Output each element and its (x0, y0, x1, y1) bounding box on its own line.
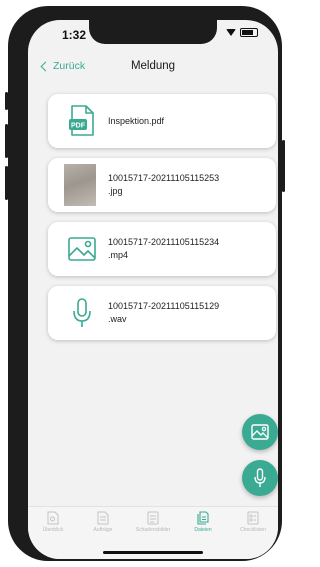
tab-label: Checklisten (240, 527, 266, 533)
file-card-pdf[interactable]: PDF Inspektion.pdf (48, 94, 276, 148)
overview-icon (47, 511, 59, 525)
tab-orders[interactable]: Aufträge (78, 511, 128, 533)
pdf-file-icon: PDF (64, 103, 100, 139)
microphone-icon (254, 468, 266, 487)
status-icons (226, 28, 258, 37)
orders-icon (97, 511, 109, 525)
wifi-icon (226, 29, 236, 36)
home-indicator (103, 551, 203, 554)
tab-overview[interactable]: Überblick (28, 511, 78, 533)
notch (89, 20, 217, 44)
record-audio-button[interactable] (242, 460, 278, 496)
tab-label: Überblick (42, 527, 64, 533)
file-name: 10015717-20211105115129 .wav (108, 301, 220, 324)
status-time: 1:32 (62, 28, 87, 42)
file-name: 10015717-20211105115234 .mp4 (108, 237, 220, 260)
image-thumbnail (64, 164, 96, 206)
volume-down-button (5, 166, 8, 200)
microphone-icon (64, 295, 100, 331)
file-card-wav[interactable]: 10015717-20211105115129 .wav (48, 286, 276, 340)
add-image-icon (251, 424, 269, 440)
mute-switch (5, 92, 8, 110)
tab-checklists[interactable]: Checklisten (228, 511, 278, 533)
battery-icon (240, 28, 258, 37)
svg-text:PDF: PDF (71, 123, 86, 130)
app-screen: 1:32 Zurück Meldung PDF Inspektion.pdf 1… (28, 20, 278, 559)
checklist-icon (247, 511, 259, 525)
tab-files[interactable]: Dateien (178, 511, 228, 533)
image-file-icon (64, 231, 100, 267)
volume-up-button (5, 124, 8, 158)
add-image-button[interactable] (242, 414, 278, 450)
tab-label: Dateien (194, 527, 212, 533)
file-name: Inspektion.pdf (108, 116, 165, 126)
file-card-mp4[interactable]: 10015717-20211105115234 .mp4 (48, 222, 276, 276)
page-title: Meldung (130, 60, 176, 72)
damage-images-icon (147, 511, 159, 525)
file-name: 10015717-20211105115253 .jpg (108, 173, 220, 196)
tab-damage-images[interactable]: Schadensbilder (128, 511, 178, 533)
file-card-jpg[interactable]: 10015717-20211105115253 .jpg (48, 158, 276, 212)
tab-label: Aufträge (93, 527, 113, 533)
power-button (282, 140, 285, 192)
nav-bar: Zurück Meldung (28, 54, 278, 80)
phone-frame: 1:32 Zurück Meldung PDF Inspektion.pdf 1… (8, 6, 282, 561)
files-icon (197, 511, 209, 525)
tab-label: Schadensbilder (135, 527, 171, 533)
